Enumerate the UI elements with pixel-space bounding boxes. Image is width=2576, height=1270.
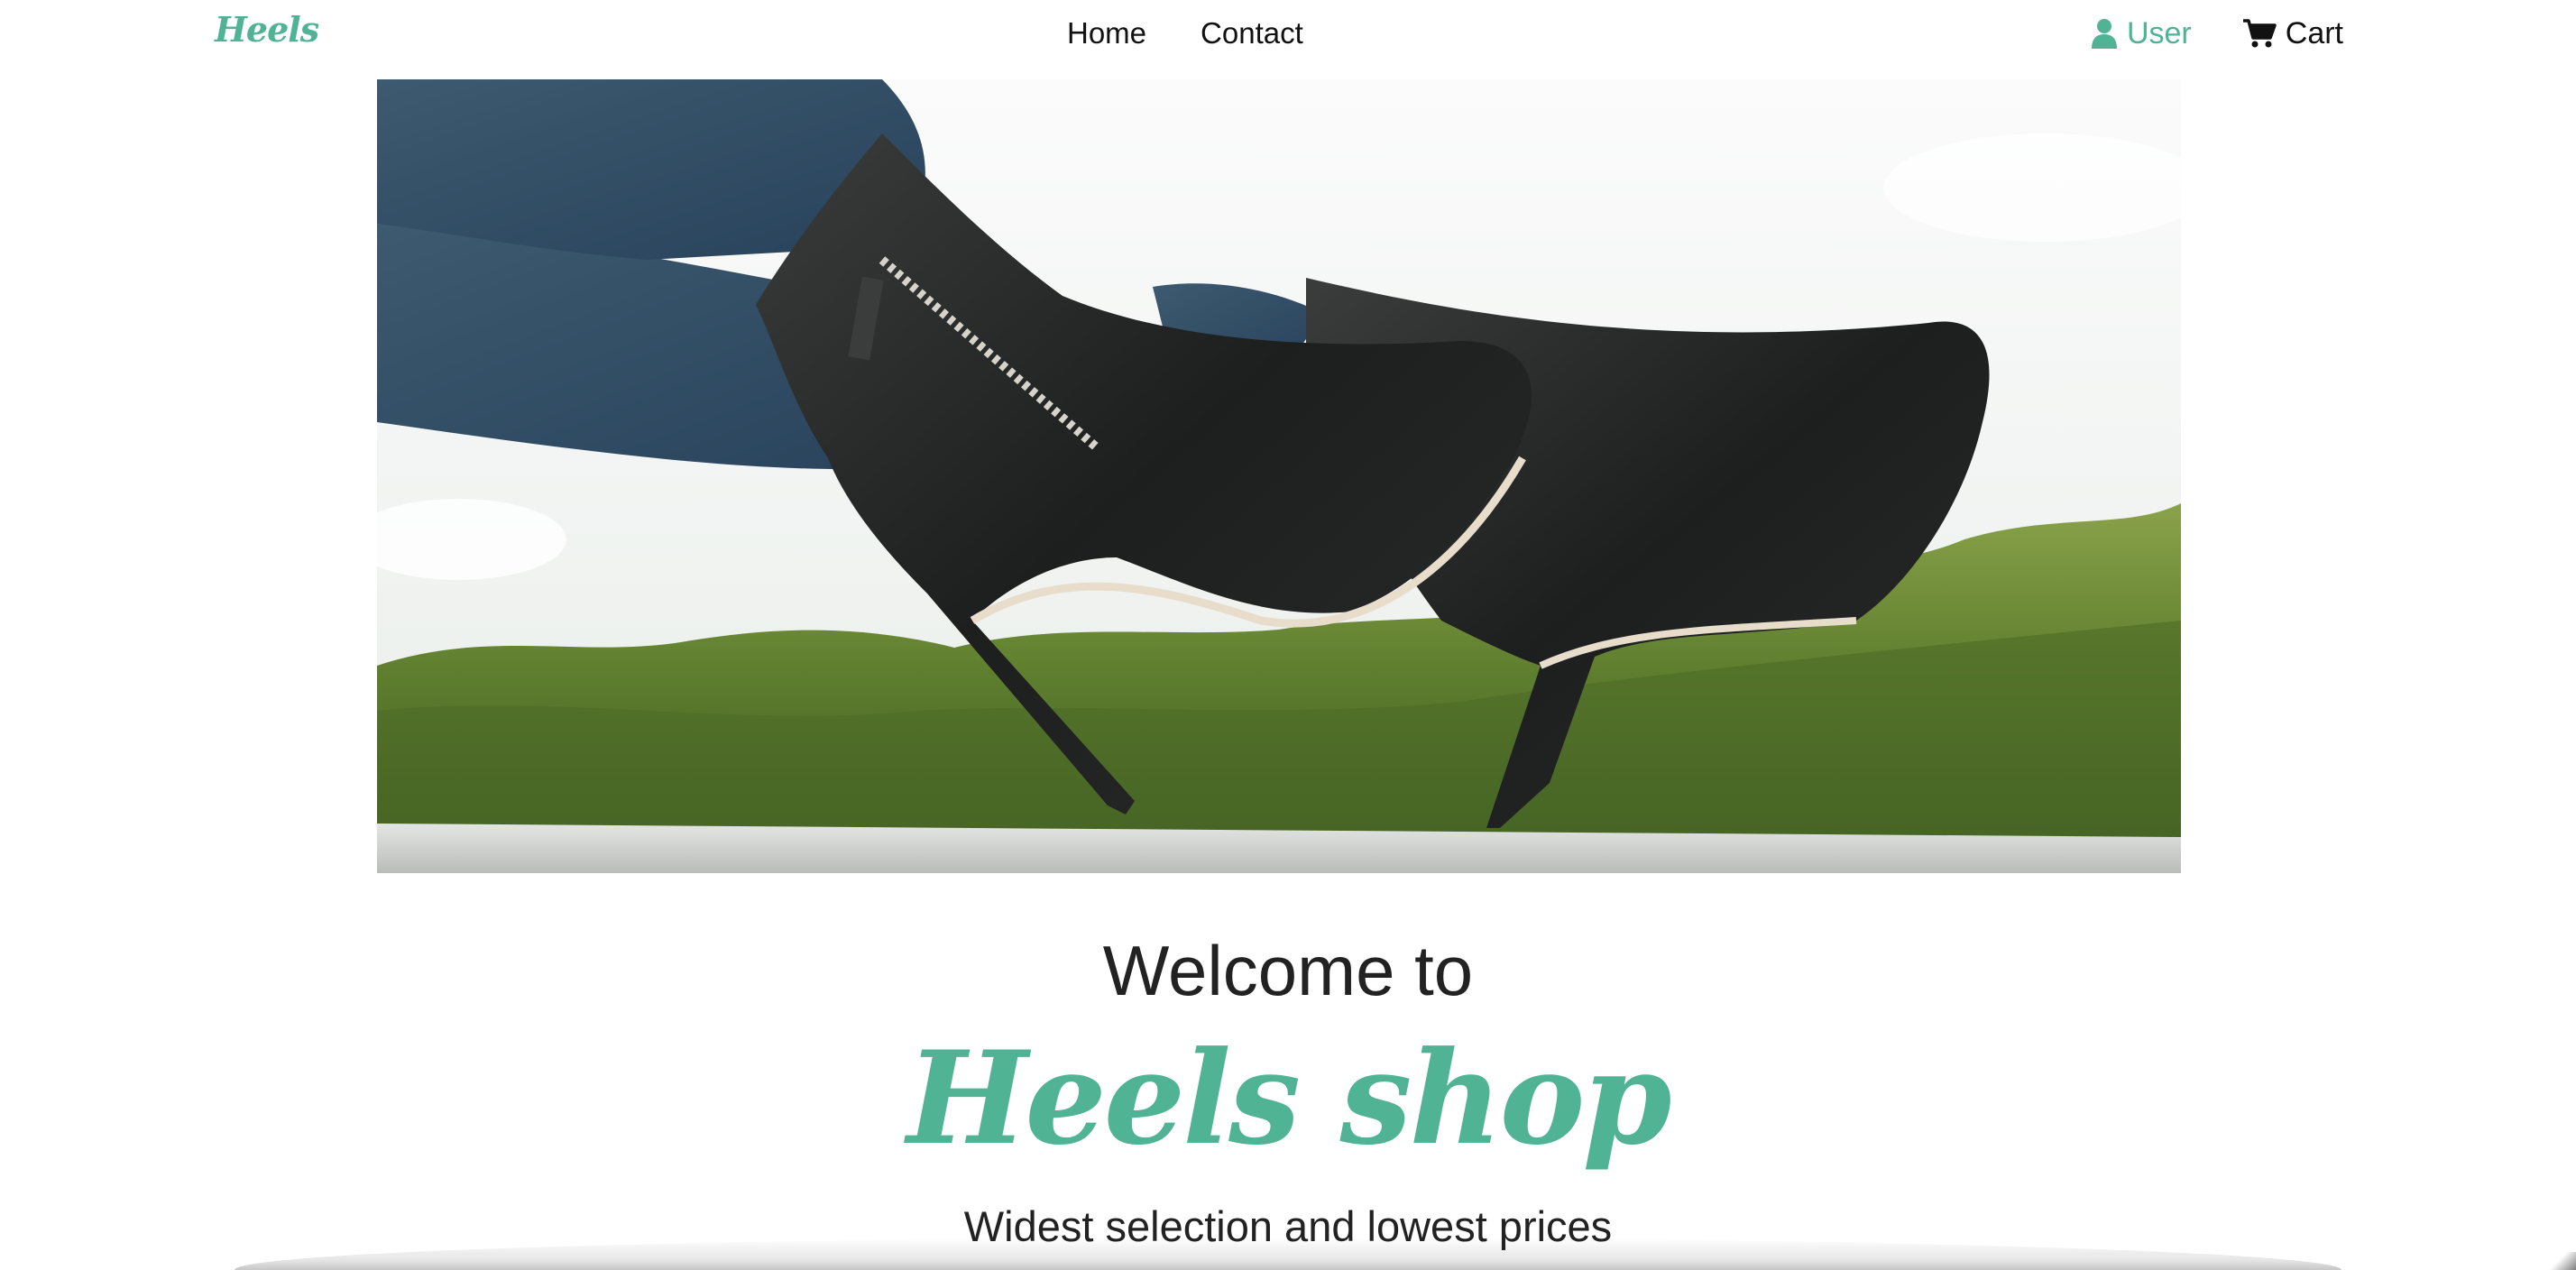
user-icon: [2091, 18, 2118, 49]
main-nav: Home Contact: [1067, 14, 1303, 52]
hero-banner-image: [377, 79, 2181, 873]
user-link[interactable]: User: [2091, 14, 2192, 52]
nav-contact-link[interactable]: Contact: [1201, 14, 1303, 52]
cart-label: Cart: [2285, 16, 2343, 51]
window-corner: [2540, 1252, 2576, 1270]
welcome-heading: Welcome to: [1102, 931, 1474, 1010]
cart-icon: [2242, 18, 2277, 49]
cart-link[interactable]: Cart: [2242, 14, 2343, 52]
high-heel-boots-photo: [377, 79, 2181, 873]
brand-heading: Heels shop: [906, 1024, 1671, 1173]
user-label: User: [2126, 16, 2192, 51]
site-logo[interactable]: Heels: [215, 9, 319, 50]
top-navbar: Heels Home Contact User Cart: [0, 0, 2576, 72]
nav-right-group: User Cart: [2091, 14, 2343, 52]
nav-home-link[interactable]: Home: [1067, 14, 1146, 52]
